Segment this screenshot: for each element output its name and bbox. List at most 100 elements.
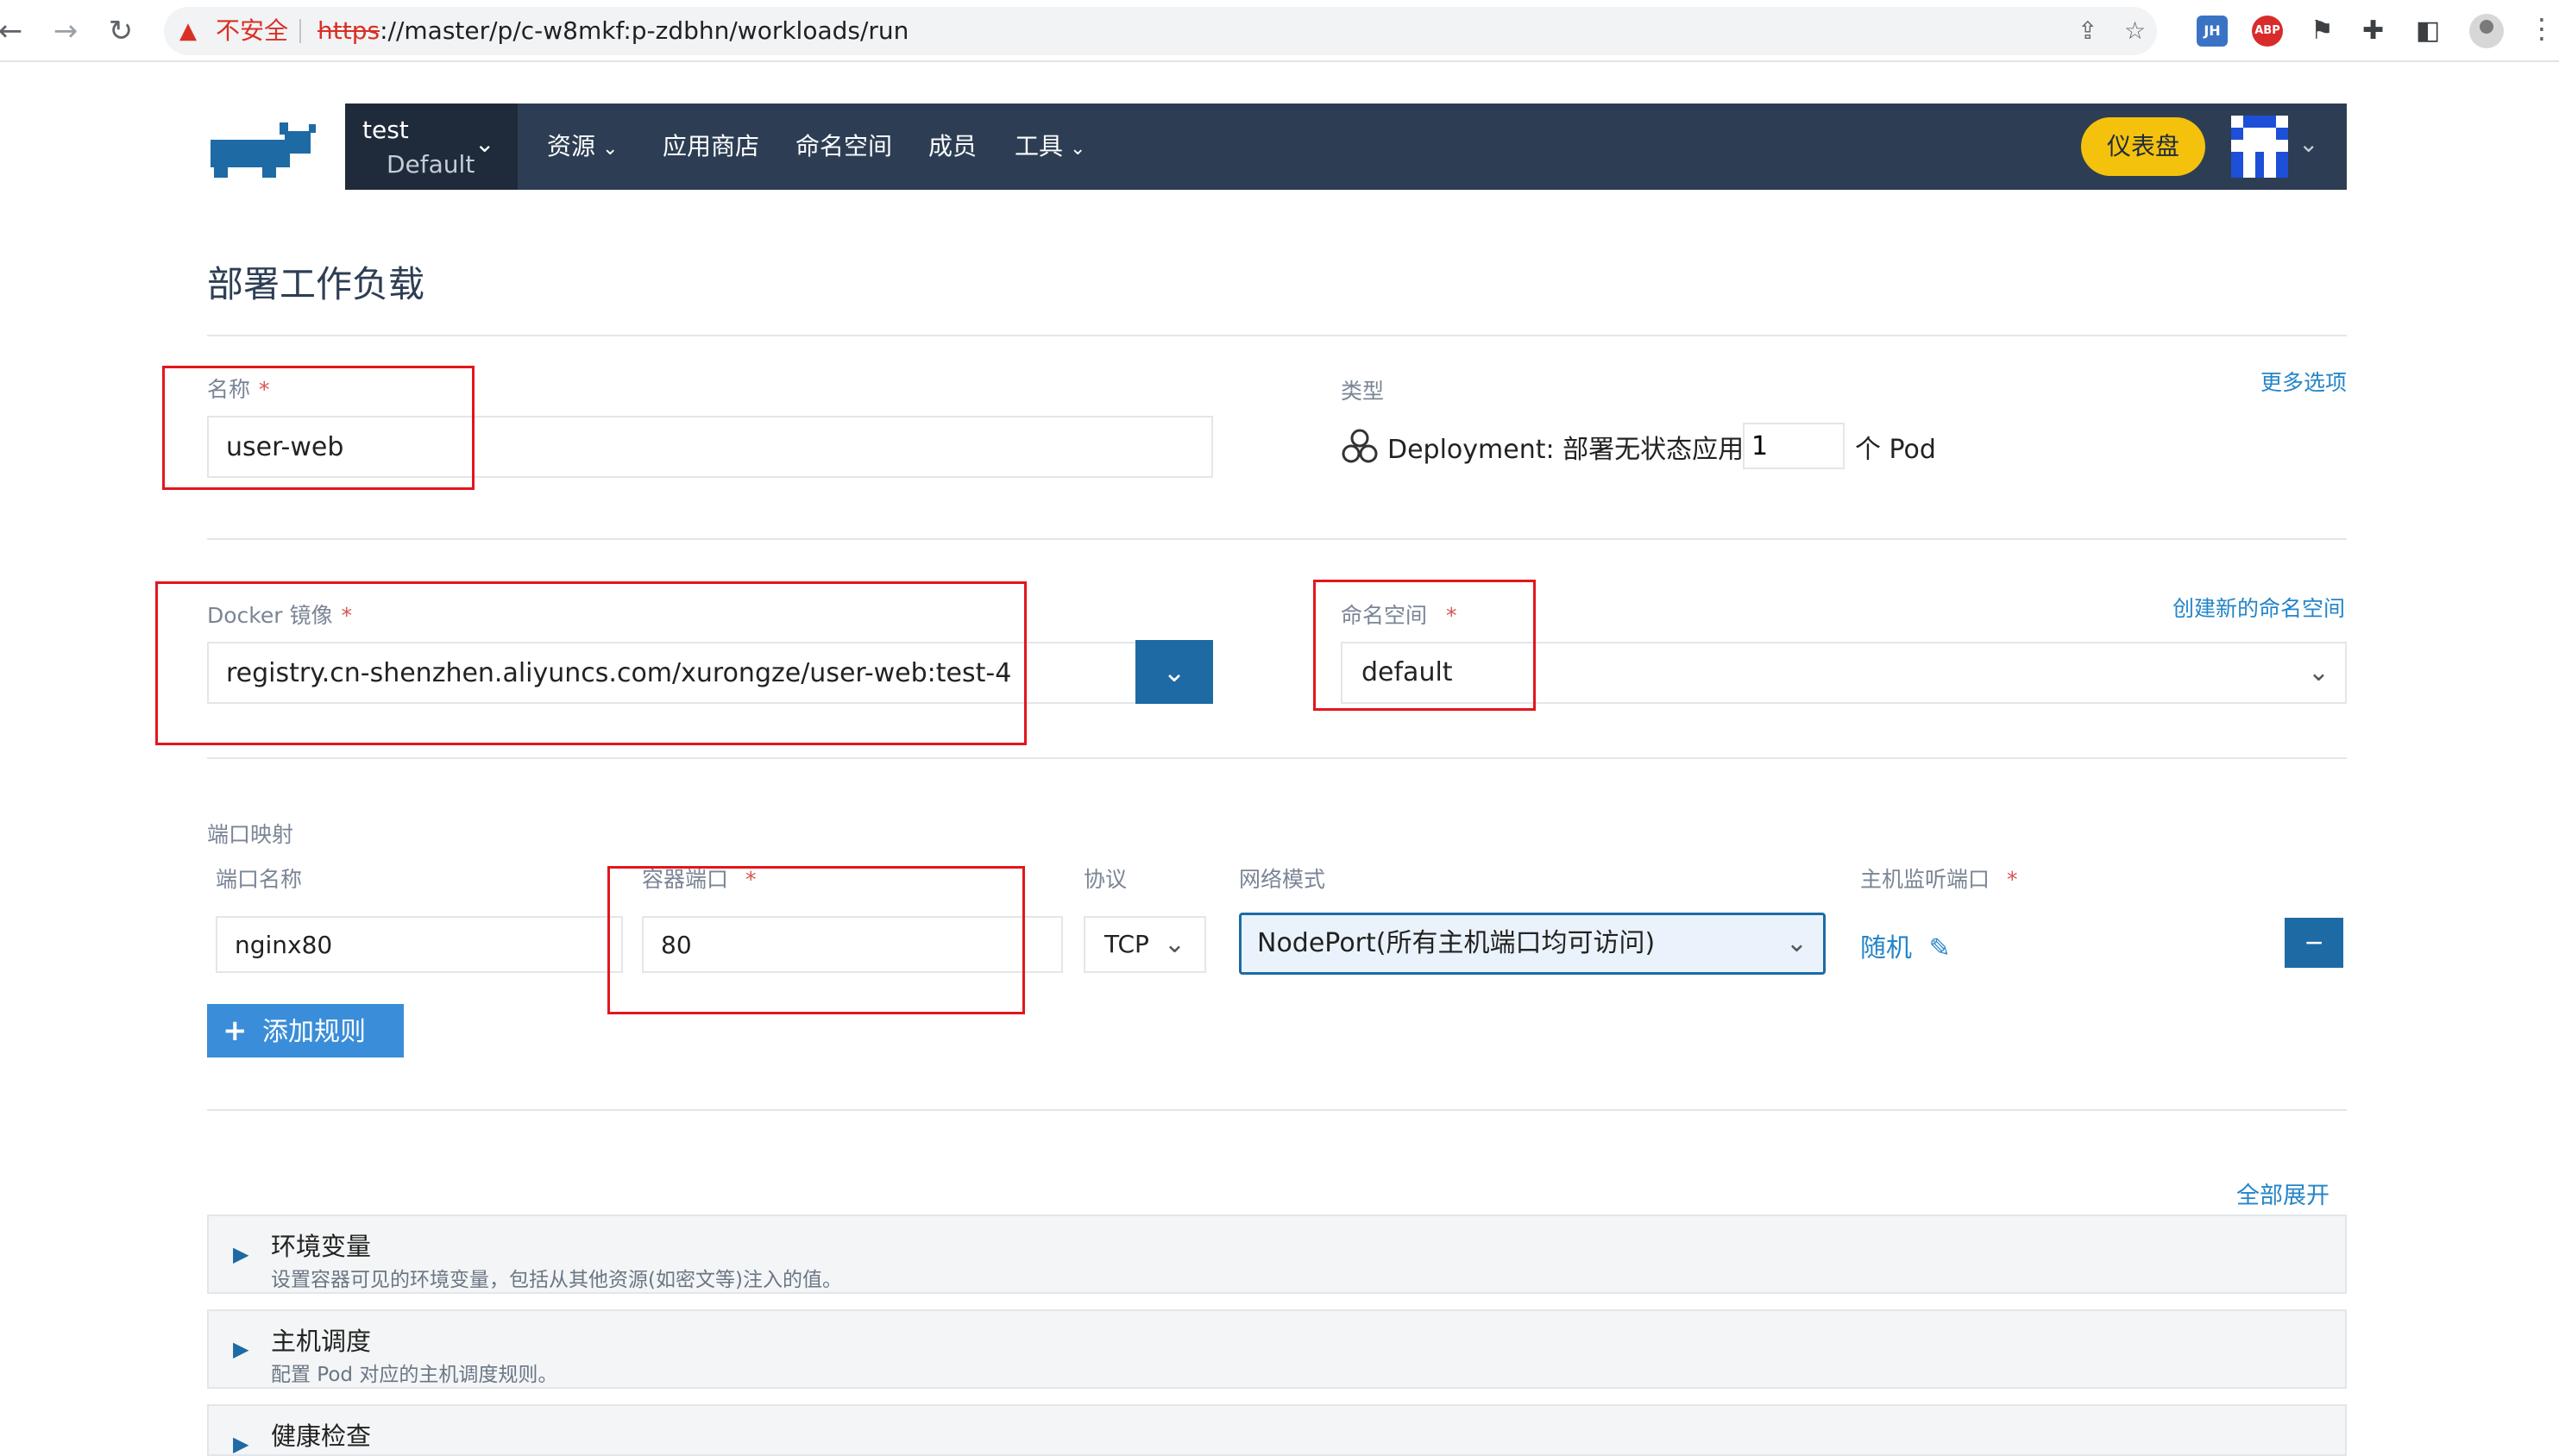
- nav-tools[interactable]: 工具 ⌄: [1015, 129, 1085, 166]
- required-mark: *: [2007, 867, 2018, 892]
- deployment-icon: [1342, 429, 1378, 463]
- url-path: ://master/p/c-w8mkf:p-zdbhn/workloads/ru…: [380, 16, 909, 45]
- expand-triangle-icon: ▶: [233, 1242, 249, 1266]
- protocol-select[interactable]: TCP ⌄: [1084, 916, 1206, 973]
- required-mark: *: [341, 603, 352, 628]
- container-port-input[interactable]: [642, 916, 1063, 973]
- pod-suffix: 个 Pod: [1855, 435, 1936, 465]
- bookmark-star-icon[interactable]: ☆: [2124, 17, 2146, 45]
- forward-arrow-icon[interactable]: →: [48, 14, 83, 48]
- host-port-col-label: 主机监听端口 *: [1860, 863, 2018, 894]
- chevron-down-icon: ⌄: [1158, 918, 1185, 971]
- workload-name-input[interactable]: [207, 416, 1213, 478]
- side-panel-icon[interactable]: ◧: [2416, 14, 2440, 48]
- plus-icon: +: [223, 1014, 248, 1048]
- extensions-puzzle-icon[interactable]: ✚: [2362, 14, 2384, 48]
- cluster-name: test: [362, 116, 409, 144]
- insecure-label: 不安全: [216, 16, 289, 45]
- section-desc: 配置 Pod 对应的主机调度规则。: [271, 1364, 558, 1386]
- pencil-icon: ✎: [1928, 933, 1951, 963]
- namespace-label: 命名空间 *: [1341, 599, 1457, 630]
- scale-input[interactable]: [1743, 423, 1845, 469]
- chevron-down-icon: ⌄: [475, 129, 495, 158]
- user-avatar[interactable]: [2231, 116, 2288, 178]
- chevron-down-icon: ⌄: [1162, 656, 1186, 687]
- type-label: 类型: [1341, 379, 1385, 404]
- network-mode-value: NodePort(所有主机端口均可访问): [1257, 928, 1656, 958]
- port-mapping-label: 端口映射: [207, 822, 294, 847]
- namespace-value: default: [1361, 657, 1453, 687]
- section-health-check[interactable]: ▶ 健康检查: [207, 1404, 2347, 1456]
- jh-extension-icon[interactable]: JH: [2197, 16, 2228, 47]
- reading-list-icon[interactable]: ⚑: [2311, 14, 2334, 48]
- port-name-input[interactable]: [216, 916, 623, 973]
- docker-image-label: Docker 镜像 *: [207, 599, 352, 630]
- app-header: [345, 104, 2347, 190]
- container-port-col-text: 容器端口: [642, 867, 729, 892]
- expand-all-link[interactable]: 全部展开: [2236, 1177, 2330, 1210]
- image-dropdown-button[interactable]: ⌄: [1135, 640, 1213, 704]
- browser-menu-icon[interactable]: ⋮: [2528, 12, 2556, 45]
- chevron-down-icon: ⌄: [2307, 657, 2330, 687]
- browser-toolbar: ← → ↻ ▲ 不安全 https://master/p/c-w8mkf:p-z…: [0, 0, 2559, 62]
- section-scheduling[interactable]: ▶ 主机调度 配置 Pod 对应的主机调度规则。: [207, 1309, 2347, 1389]
- url-text[interactable]: https://master/p/c-w8mkf:p-zdbhn/workloa…: [318, 16, 909, 47]
- expand-triangle-icon: ▶: [233, 1432, 249, 1456]
- remove-port-button[interactable]: −: [2285, 918, 2343, 968]
- page-title: 部署工作负载: [207, 263, 425, 305]
- divider: [207, 757, 2347, 759]
- protocol-col-label: 协议: [1084, 867, 1128, 892]
- required-mark: *: [259, 377, 270, 402]
- back-arrow-icon[interactable]: ←: [0, 14, 28, 48]
- host-port-value: 随机: [1860, 933, 1912, 963]
- url-scheme: https: [318, 16, 380, 45]
- port-name-col-label: 端口名称: [216, 867, 303, 892]
- protocol-value: TCP: [1104, 930, 1149, 958]
- nav-tools-label: 工具: [1015, 132, 1064, 160]
- project-name: Default: [387, 150, 475, 179]
- section-title: 主机调度: [271, 1327, 372, 1356]
- required-mark: *: [1446, 603, 1457, 628]
- nav-members[interactable]: 成员: [928, 129, 977, 164]
- section-title: 环境变量: [271, 1232, 372, 1261]
- cluster-project-switcher[interactable]: test Default ⌄: [345, 104, 518, 190]
- network-mode-select[interactable]: NodePort(所有主机端口均可访问) ⌄: [1239, 913, 1826, 975]
- section-env-vars[interactable]: ▶ 环境变量 设置容器可见的环境变量，包括从其他资源(如密文等)注入的值。: [207, 1214, 2347, 1294]
- namespace-label-text: 命名空间: [1341, 603, 1428, 628]
- network-mode-col-label: 网络模式: [1239, 867, 1326, 892]
- divider: [207, 1109, 2347, 1111]
- divider: [207, 335, 2347, 336]
- address-bar[interactable]: ▲ 不安全 https://master/p/c-w8mkf:p-zdbhn/w…: [164, 7, 2157, 55]
- workload-type-value: Deployment: 部署无状态应用: [1387, 435, 1745, 465]
- chevron-down-icon: ⌄: [1070, 138, 1086, 160]
- nav-app-store[interactable]: 应用商店: [663, 129, 759, 164]
- chevron-down-icon: ⌄: [1785, 928, 1808, 958]
- dashboard-button[interactable]: 仪表盘: [2081, 117, 2205, 176]
- omnibox-separator: [299, 19, 301, 43]
- host-port-col-text: 主机监听端口: [1860, 867, 1990, 892]
- docker-image-input[interactable]: [207, 642, 1139, 704]
- minus-icon: −: [2304, 925, 2323, 960]
- chevron-down-icon[interactable]: ⌄: [2298, 129, 2318, 158]
- more-options-link[interactable]: 更多选项: [2260, 366, 2347, 397]
- nav-resources-label: 资源: [547, 132, 596, 160]
- name-label: 名称 *: [207, 373, 270, 404]
- rancher-logo-icon[interactable]: [207, 117, 324, 178]
- docker-image-label-text: Docker 镜像: [207, 603, 333, 628]
- create-namespace-link[interactable]: 创建新的命名空间: [2172, 592, 2345, 623]
- add-rule-button[interactable]: + 添加规则: [207, 1004, 404, 1057]
- expand-triangle-icon: ▶: [233, 1337, 249, 1361]
- add-rule-label: 添加规则: [262, 1017, 366, 1047]
- divider: [207, 538, 2347, 540]
- nav-namespaces[interactable]: 命名空间: [795, 129, 892, 164]
- nav-resources[interactable]: 资源 ⌄: [547, 129, 618, 166]
- adblock-extension-icon[interactable]: ABP: [2252, 16, 2283, 47]
- reload-icon[interactable]: ↻: [104, 14, 138, 48]
- profile-avatar-icon[interactable]: [2469, 14, 2504, 48]
- chevron-down-icon: ⌄: [602, 138, 619, 160]
- share-icon[interactable]: ⇪: [2078, 17, 2097, 45]
- namespace-select[interactable]: default ⌄: [1341, 642, 2347, 704]
- container-port-col-label: 容器端口 *: [642, 863, 757, 894]
- name-label-text: 名称: [207, 377, 251, 402]
- host-port-random-link[interactable]: 随机 ✎: [1860, 926, 1951, 964]
